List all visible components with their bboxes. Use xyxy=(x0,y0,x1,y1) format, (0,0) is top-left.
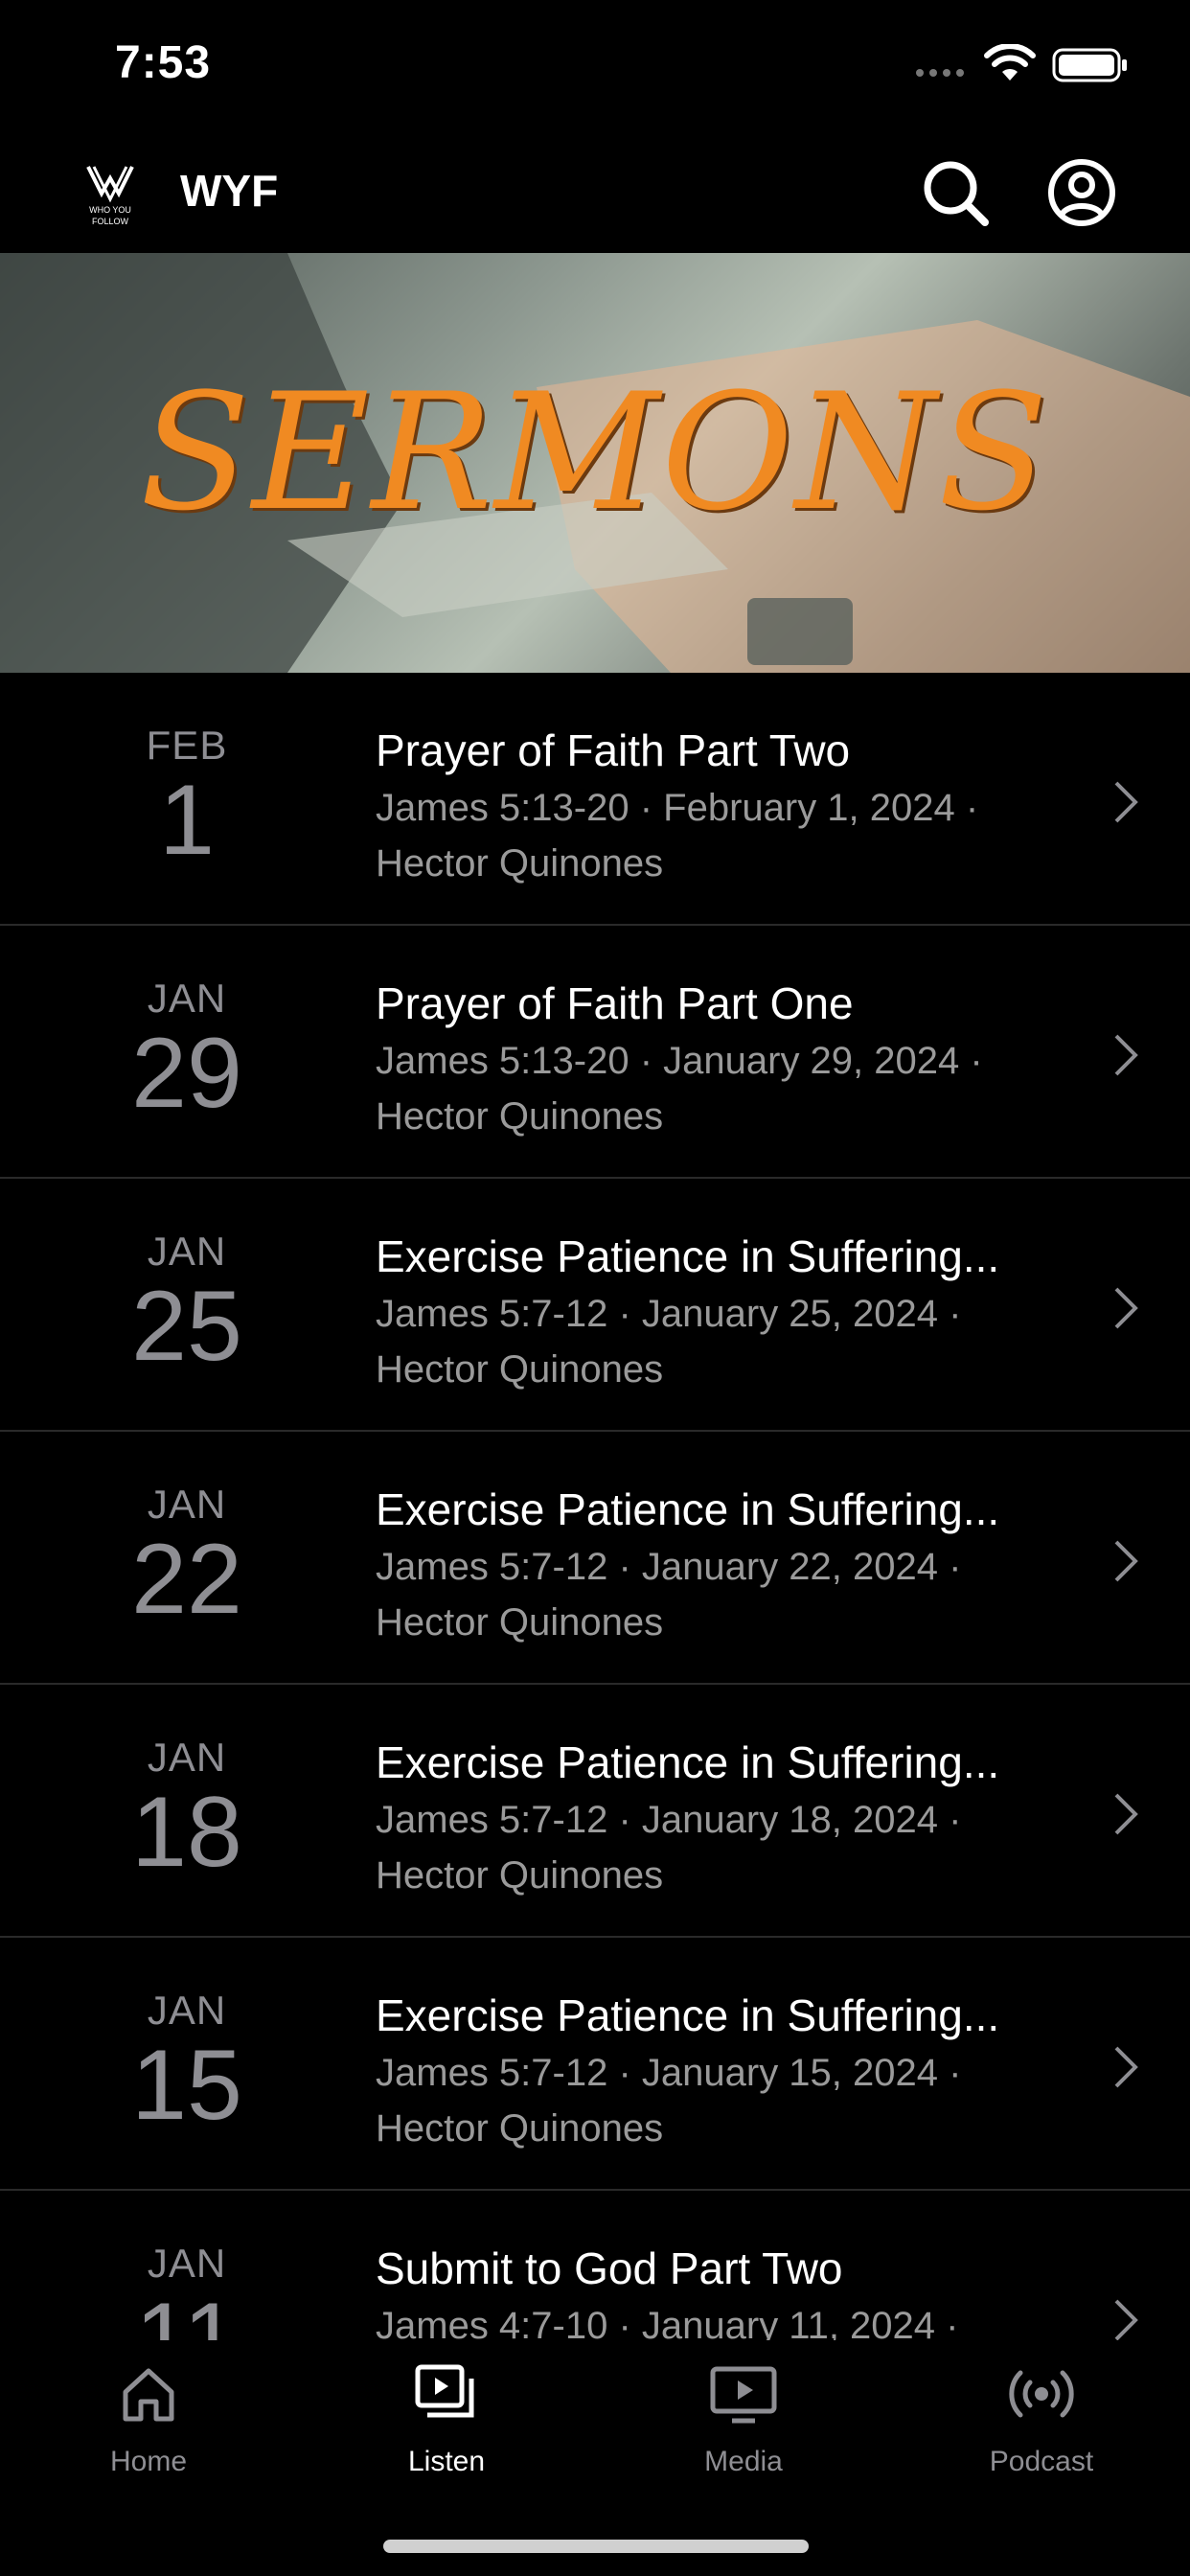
tab-home[interactable]: Home xyxy=(43,2359,254,2478)
cellular-signal-icon xyxy=(916,69,964,77)
sermon-month: JAN xyxy=(147,1482,227,1527)
sermon-date: JAN 18 xyxy=(57,1735,316,1888)
sermon-day: 15 xyxy=(131,2030,242,2141)
sermon-day: 11 xyxy=(135,2283,239,2340)
sermon-title: Exercise Patience in Suffering... xyxy=(376,1737,1000,1787)
account-icon[interactable] xyxy=(1044,155,1119,230)
sermon-day: 1 xyxy=(159,765,215,876)
sermon-day: 29 xyxy=(131,1018,242,1129)
sermon-month: JAN xyxy=(147,976,227,1021)
podcast-icon xyxy=(1009,2370,1074,2418)
chevron-right-icon xyxy=(1114,2299,1138,2340)
sermon-meta: James 4:7-10 · January 11, 2024 · xyxy=(376,2305,959,2340)
sermon-speaker: Hector Quinones xyxy=(376,1854,664,1897)
sermon-date: JAN 11 xyxy=(57,2241,316,2340)
home-indicator[interactable] xyxy=(383,2540,809,2553)
sermon-meta: James 5:7-12 · January 25, 2024 · xyxy=(376,1293,962,1335)
sermon-row[interactable]: JAN 22 Exercise Patience in Suffering...… xyxy=(0,1432,1190,1685)
chevron-right-icon xyxy=(1114,1793,1138,1835)
sermons-banner: SERMONS xyxy=(0,253,1190,673)
tab-label: Media xyxy=(704,2446,783,2477)
tab-label: Podcast xyxy=(989,2446,1094,2477)
sermon-speaker: Hector Quinones xyxy=(376,1095,664,1138)
sermon-row[interactable]: JAN 29 Prayer of Faith Part One James 5:… xyxy=(0,926,1190,1179)
sermon-row[interactable]: FEB 1 Prayer of Faith Part Two James 5:1… xyxy=(0,673,1190,926)
app-header: WHO YOU FOLLOW WYF xyxy=(0,134,1190,253)
chevron-right-icon xyxy=(1114,2046,1138,2088)
chevron-right-icon xyxy=(1114,1287,1138,1329)
svg-text:FOLLOW: FOLLOW xyxy=(92,217,129,226)
chevron-right-icon xyxy=(1114,1034,1138,1076)
sermon-month: JAN xyxy=(147,1735,227,1780)
sermon-row[interactable]: JAN 15 Exercise Patience in Suffering...… xyxy=(0,1938,1190,2191)
search-icon[interactable] xyxy=(918,155,993,230)
tab-media[interactable]: Media xyxy=(638,2359,849,2478)
status-time: 7:53 xyxy=(115,37,212,88)
sermon-meta: James 5:7-12 · January 15, 2024 · xyxy=(376,2052,962,2094)
media-icon xyxy=(710,2366,777,2424)
tab-label: Home xyxy=(109,2446,188,2477)
sermon-date: JAN 29 xyxy=(57,976,316,1129)
sermon-month: FEB xyxy=(146,723,228,768)
status-bar: 7:53 xyxy=(0,0,1190,134)
sermon-info: Exercise Patience in Suffering... James … xyxy=(376,1990,1065,2152)
sermon-title: Submit to God Part Two xyxy=(376,2243,843,2293)
sermon-speaker: Hector Quinones xyxy=(376,1601,664,1644)
sermon-month: JAN xyxy=(147,1988,227,2033)
sermon-meta: James 5:7-12 · January 22, 2024 · xyxy=(376,1546,962,1588)
chevron-right-icon xyxy=(1114,781,1138,823)
banner-title: SERMONS xyxy=(139,358,1051,546)
sermon-info: Prayer of Faith Part Two James 5:13-20 ·… xyxy=(376,724,1065,887)
home-icon xyxy=(123,2368,174,2422)
sermon-meta: James 5:13-20 · January 29, 2024 · xyxy=(376,1040,983,1082)
sermon-day: 18 xyxy=(131,1777,242,1888)
tab-listen[interactable]: Listen xyxy=(341,2359,552,2478)
sermon-title: Prayer of Faith Part One xyxy=(376,978,854,1028)
wyf-logo[interactable]: WHO YOU FOLLOW xyxy=(77,159,144,228)
chevron-right-icon xyxy=(1114,1540,1138,1582)
battery-icon xyxy=(1052,48,1127,82)
sermon-info: Exercise Patience in Suffering... James … xyxy=(376,1230,1065,1393)
sermon-row[interactable]: JAN 25 Exercise Patience in Suffering...… xyxy=(0,1179,1190,1432)
sermon-date: JAN 25 xyxy=(57,1229,316,1382)
sermon-list: FEB 1 Prayer of Faith Part Two James 5:1… xyxy=(0,673,1190,2340)
sermon-info: Submit to God Part Two James 4:7-10 · Ja… xyxy=(376,2242,1065,2340)
wifi-icon xyxy=(984,44,1036,80)
sermon-speaker: Hector Quinones xyxy=(376,842,664,885)
sermon-info: Prayer of Faith Part One James 5:13-20 ·… xyxy=(376,978,1065,1140)
sermon-day: 25 xyxy=(131,1271,242,1382)
sermon-month: JAN xyxy=(147,2241,227,2286)
sermon-title: Exercise Patience in Suffering... xyxy=(376,1231,1000,1281)
sermon-speaker: Hector Quinones xyxy=(376,1348,664,1391)
sermon-title: Prayer of Faith Part Two xyxy=(376,725,851,775)
sermon-date: JAN 15 xyxy=(57,1988,316,2141)
sermon-date: FEB 1 xyxy=(57,723,316,876)
sermon-meta: James 5:13-20 · February 1, 2024 · xyxy=(376,787,979,829)
sermon-month: JAN xyxy=(147,1229,227,1274)
sermon-row[interactable]: JAN 11 Submit to God Part Two James 4:7-… xyxy=(0,2191,1190,2340)
sermon-date: JAN 22 xyxy=(57,1482,316,1635)
sermon-speaker: Hector Quinones xyxy=(376,2107,664,2150)
sermon-title: Exercise Patience in Suffering... xyxy=(376,1990,1000,2040)
svg-text:WHO YOU: WHO YOU xyxy=(89,205,131,215)
sermon-day: 22 xyxy=(131,1524,242,1635)
listen-icon xyxy=(415,2364,474,2418)
app-title: WYF xyxy=(180,166,279,216)
sermon-title: Exercise Patience in Suffering... xyxy=(376,1484,1000,1534)
sermon-info: Exercise Patience in Suffering... James … xyxy=(376,1484,1065,1646)
tab-podcast[interactable]: Podcast xyxy=(936,2359,1147,2478)
tab-label: Listen xyxy=(407,2446,486,2477)
sermon-meta: James 5:7-12 · January 18, 2024 · xyxy=(376,1799,962,1841)
sermon-row[interactable]: JAN 18 Exercise Patience in Suffering...… xyxy=(0,1685,1190,1938)
sermon-info: Exercise Patience in Suffering... James … xyxy=(376,1736,1065,1899)
